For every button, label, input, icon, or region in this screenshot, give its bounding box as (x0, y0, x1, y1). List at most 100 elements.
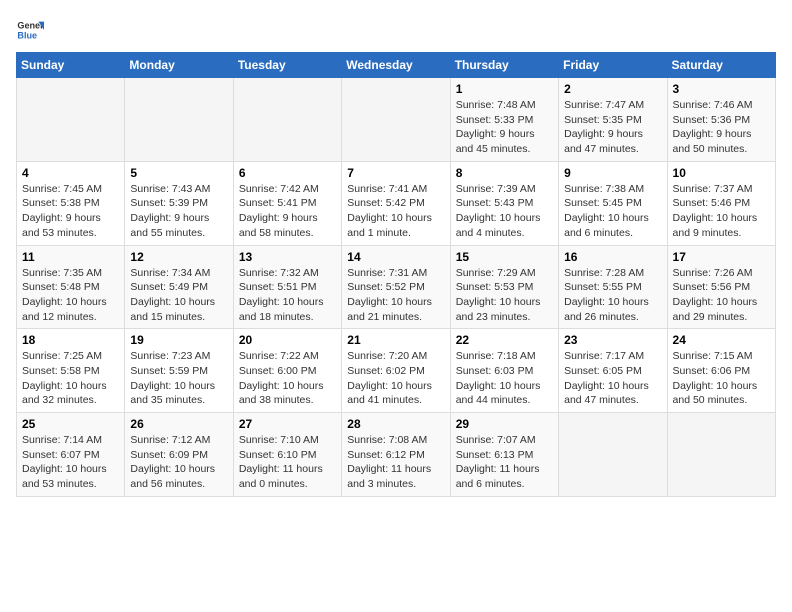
day-number: 20 (239, 333, 336, 347)
day-info: Sunrise: 7:26 AMSunset: 5:56 PMDaylight:… (673, 266, 770, 325)
day-info: Sunrise: 7:31 AMSunset: 5:52 PMDaylight:… (347, 266, 444, 325)
day-info: Sunrise: 7:47 AMSunset: 5:35 PMDaylight:… (564, 98, 661, 157)
calendar-cell: 12 Sunrise: 7:34 AMSunset: 5:49 PMDayligh… (125, 245, 233, 329)
weekday-header-tuesday: Tuesday (233, 53, 341, 78)
calendar-cell (17, 78, 125, 162)
day-info: Sunrise: 7:41 AMSunset: 5:42 PMDaylight:… (347, 182, 444, 241)
day-info: Sunrise: 7:18 AMSunset: 6:03 PMDaylight:… (456, 349, 553, 408)
day-info: Sunrise: 7:23 AMSunset: 5:59 PMDaylight:… (130, 349, 227, 408)
day-info: Sunrise: 7:35 AMSunset: 5:48 PMDaylight:… (22, 266, 119, 325)
day-info: Sunrise: 7:32 AMSunset: 5:51 PMDaylight:… (239, 266, 336, 325)
day-number: 5 (130, 166, 227, 180)
calendar-cell: 2 Sunrise: 7:47 AMSunset: 5:35 PMDaylight… (559, 78, 667, 162)
day-info: Sunrise: 7:28 AMSunset: 5:55 PMDaylight:… (564, 266, 661, 325)
calendar-cell: 4 Sunrise: 7:45 AMSunset: 5:38 PMDaylight… (17, 161, 125, 245)
day-number: 15 (456, 250, 553, 264)
calendar-cell (667, 413, 775, 497)
calendar-cell: 8 Sunrise: 7:39 AMSunset: 5:43 PMDaylight… (450, 161, 558, 245)
calendar-cell: 5 Sunrise: 7:43 AMSunset: 5:39 PMDaylight… (125, 161, 233, 245)
calendar-cell: 16 Sunrise: 7:28 AMSunset: 5:55 PMDayligh… (559, 245, 667, 329)
day-number: 29 (456, 417, 553, 431)
day-info: Sunrise: 7:10 AMSunset: 6:10 PMDaylight:… (239, 433, 336, 492)
day-number: 8 (456, 166, 553, 180)
calendar-cell (342, 78, 450, 162)
day-info: Sunrise: 7:34 AMSunset: 5:49 PMDaylight:… (130, 266, 227, 325)
day-info: Sunrise: 7:14 AMSunset: 6:07 PMDaylight:… (22, 433, 119, 492)
day-info: Sunrise: 7:38 AMSunset: 5:45 PMDaylight:… (564, 182, 661, 241)
day-number: 7 (347, 166, 444, 180)
calendar-cell (233, 78, 341, 162)
day-info: Sunrise: 7:29 AMSunset: 5:53 PMDaylight:… (456, 266, 553, 325)
day-info: Sunrise: 7:15 AMSunset: 6:06 PMDaylight:… (673, 349, 770, 408)
calendar-cell: 7 Sunrise: 7:41 AMSunset: 5:42 PMDaylight… (342, 161, 450, 245)
day-number: 23 (564, 333, 661, 347)
calendar-cell: 15 Sunrise: 7:29 AMSunset: 5:53 PMDayligh… (450, 245, 558, 329)
calendar-cell: 9 Sunrise: 7:38 AMSunset: 5:45 PMDaylight… (559, 161, 667, 245)
calendar-cell: 19 Sunrise: 7:23 AMSunset: 5:59 PMDayligh… (125, 329, 233, 413)
calendar-cell: 20 Sunrise: 7:22 AMSunset: 6:00 PMDayligh… (233, 329, 341, 413)
calendar-cell: 27 Sunrise: 7:10 AMSunset: 6:10 PMDayligh… (233, 413, 341, 497)
day-number: 9 (564, 166, 661, 180)
day-number: 13 (239, 250, 336, 264)
day-info: Sunrise: 7:07 AMSunset: 6:13 PMDaylight:… (456, 433, 553, 492)
calendar-cell: 3 Sunrise: 7:46 AMSunset: 5:36 PMDaylight… (667, 78, 775, 162)
day-number: 2 (564, 82, 661, 96)
day-info: Sunrise: 7:43 AMSunset: 5:39 PMDaylight:… (130, 182, 227, 241)
day-number: 26 (130, 417, 227, 431)
calendar-cell: 17 Sunrise: 7:26 AMSunset: 5:56 PMDayligh… (667, 245, 775, 329)
calendar-cell (125, 78, 233, 162)
day-number: 12 (130, 250, 227, 264)
day-info: Sunrise: 7:22 AMSunset: 6:00 PMDaylight:… (239, 349, 336, 408)
calendar-cell: 13 Sunrise: 7:32 AMSunset: 5:51 PMDayligh… (233, 245, 341, 329)
calendar-cell: 26 Sunrise: 7:12 AMSunset: 6:09 PMDayligh… (125, 413, 233, 497)
day-info: Sunrise: 7:45 AMSunset: 5:38 PMDaylight:… (22, 182, 119, 241)
calendar-cell: 29 Sunrise: 7:07 AMSunset: 6:13 PMDayligh… (450, 413, 558, 497)
weekday-header-sunday: Sunday (17, 53, 125, 78)
day-number: 6 (239, 166, 336, 180)
day-number: 17 (673, 250, 770, 264)
day-info: Sunrise: 7:25 AMSunset: 5:58 PMDaylight:… (22, 349, 119, 408)
day-info: Sunrise: 7:37 AMSunset: 5:46 PMDaylight:… (673, 182, 770, 241)
day-number: 21 (347, 333, 444, 347)
calendar-cell: 22 Sunrise: 7:18 AMSunset: 6:03 PMDayligh… (450, 329, 558, 413)
day-number: 24 (673, 333, 770, 347)
day-number: 14 (347, 250, 444, 264)
calendar-cell: 28 Sunrise: 7:08 AMSunset: 6:12 PMDayligh… (342, 413, 450, 497)
weekday-header-wednesday: Wednesday (342, 53, 450, 78)
weekday-header-friday: Friday (559, 53, 667, 78)
day-number: 3 (673, 82, 770, 96)
day-number: 10 (673, 166, 770, 180)
day-info: Sunrise: 7:12 AMSunset: 6:09 PMDaylight:… (130, 433, 227, 492)
calendar-cell: 11 Sunrise: 7:35 AMSunset: 5:48 PMDayligh… (17, 245, 125, 329)
calendar-cell: 25 Sunrise: 7:14 AMSunset: 6:07 PMDayligh… (17, 413, 125, 497)
day-info: Sunrise: 7:46 AMSunset: 5:36 PMDaylight:… (673, 98, 770, 157)
day-number: 16 (564, 250, 661, 264)
weekday-header-monday: Monday (125, 53, 233, 78)
weekday-header-saturday: Saturday (667, 53, 775, 78)
logo: General Blue (16, 16, 44, 44)
calendar-cell: 24 Sunrise: 7:15 AMSunset: 6:06 PMDayligh… (667, 329, 775, 413)
weekday-header-thursday: Thursday (450, 53, 558, 78)
calendar-cell: 10 Sunrise: 7:37 AMSunset: 5:46 PMDayligh… (667, 161, 775, 245)
day-number: 4 (22, 166, 119, 180)
day-number: 22 (456, 333, 553, 347)
day-number: 25 (22, 417, 119, 431)
calendar-table: SundayMondayTuesdayWednesdayThursdayFrid… (16, 52, 776, 497)
calendar-cell: 14 Sunrise: 7:31 AMSunset: 5:52 PMDayligh… (342, 245, 450, 329)
day-number: 27 (239, 417, 336, 431)
calendar-cell: 1 Sunrise: 7:48 AMSunset: 5:33 PMDaylight… (450, 78, 558, 162)
calendar-cell (559, 413, 667, 497)
day-number: 19 (130, 333, 227, 347)
day-number: 1 (456, 82, 553, 96)
day-info: Sunrise: 7:39 AMSunset: 5:43 PMDaylight:… (456, 182, 553, 241)
calendar-cell: 18 Sunrise: 7:25 AMSunset: 5:58 PMDayligh… (17, 329, 125, 413)
day-info: Sunrise: 7:08 AMSunset: 6:12 PMDaylight:… (347, 433, 444, 492)
calendar-cell: 6Sunrise: 7:42 AMSunset: 5:41 PMDaylight… (233, 161, 341, 245)
day-number: 18 (22, 333, 119, 347)
day-number: 11 (22, 250, 119, 264)
calendar-cell: 21 Sunrise: 7:20 AMSunset: 6:02 PMDayligh… (342, 329, 450, 413)
day-number: 28 (347, 417, 444, 431)
day-info: Sunrise: 7:20 AMSunset: 6:02 PMDaylight:… (347, 349, 444, 408)
day-info: Sunrise: 7:48 AMSunset: 5:33 PMDaylight:… (456, 98, 553, 157)
calendar-cell: 23Sunrise: 7:17 AMSunset: 6:05 PMDayligh… (559, 329, 667, 413)
